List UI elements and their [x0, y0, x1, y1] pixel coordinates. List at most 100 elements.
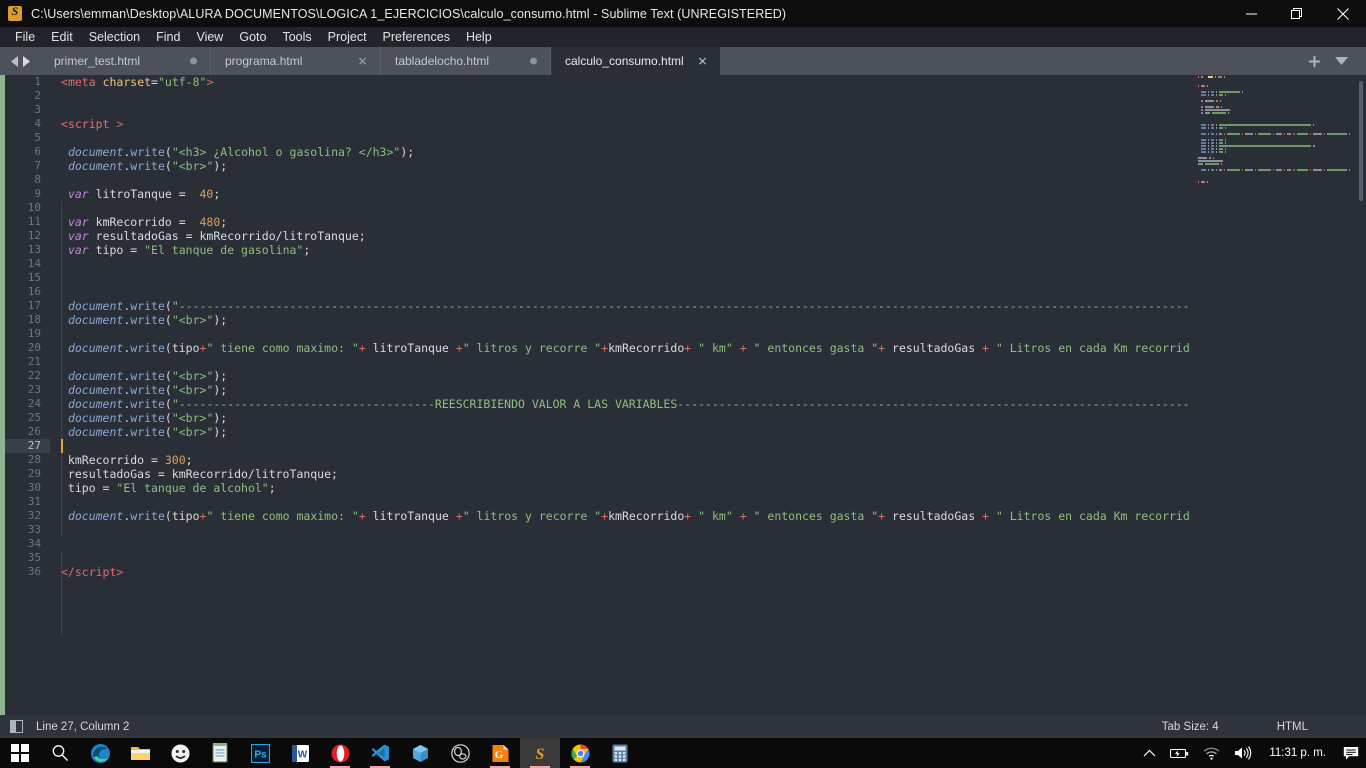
- code-line[interactable]: document.write("<br>");: [50, 369, 1366, 383]
- chevron-down-icon[interactable]: [1335, 56, 1348, 66]
- code-line[interactable]: [50, 201, 1366, 215]
- code-line[interactable]: [50, 537, 1366, 551]
- code-line[interactable]: document.write("------------------------…: [50, 299, 1366, 313]
- menu-item-project[interactable]: Project: [320, 29, 375, 45]
- code-line[interactable]: var tipo = "El tanque de gasolina";: [50, 243, 1366, 257]
- tab-modified-indicator-icon[interactable]: [530, 57, 537, 65]
- code-line[interactable]: [50, 523, 1366, 537]
- minimap-segment: [1201, 150, 1206, 153]
- emoji-app-button[interactable]: [160, 738, 200, 768]
- opera-button[interactable]: [320, 738, 360, 768]
- minimize-button[interactable]: [1228, 0, 1274, 27]
- tab-close-icon[interactable]: ✕: [697, 55, 707, 67]
- taskbar-clock[interactable]: 11:31 p. m.: [1259, 747, 1336, 759]
- code-content[interactable]: <meta charset="utf-8"> <script > document…: [50, 75, 1366, 715]
- menu-item-preferences[interactable]: Preferences: [375, 29, 458, 45]
- code-line[interactable]: [50, 257, 1366, 271]
- code-editor[interactable]: 1 2 3 4 5 6 7 8 9 10 11 12 13 14 15 16 17 18 19 20 21 22 23 24 2…: [0, 75, 1366, 715]
- line-number: 14: [27, 257, 41, 270]
- code-line[interactable]: <meta charset="utf-8">: [50, 75, 1366, 89]
- chevron-left-icon[interactable]: [10, 55, 19, 67]
- plus-icon[interactable]: [1308, 55, 1321, 68]
- code-line[interactable]: tipo = "El tanque de alcohol";: [50, 481, 1366, 495]
- code-line[interactable]: [50, 327, 1366, 341]
- menu-item-selection[interactable]: Selection: [81, 29, 148, 45]
- menu-item-help[interactable]: Help: [458, 29, 500, 45]
- menu-item-view[interactable]: View: [188, 29, 231, 45]
- tab-close-icon[interactable]: ✕: [357, 55, 367, 67]
- speaker-icon[interactable]: [1227, 738, 1259, 768]
- search-button[interactable]: [40, 738, 80, 768]
- line-number: 18: [27, 313, 41, 326]
- chevron-right-icon[interactable]: [22, 55, 31, 67]
- code-line[interactable]: [50, 355, 1366, 369]
- tab-tabladelocho[interactable]: tabladelocho.html: [380, 47, 550, 75]
- obs-button[interactable]: [440, 738, 480, 768]
- calculator-button[interactable]: [600, 738, 640, 768]
- status-bar-right: Tab Size: 4 HTML: [1162, 715, 1366, 738]
- code-line[interactable]: [50, 439, 1366, 453]
- close-button[interactable]: [1320, 0, 1366, 27]
- chevron-up-icon[interactable]: [1136, 738, 1163, 768]
- battery-icon[interactable]: [1163, 738, 1196, 768]
- gdevelop-button[interactable]: G: [480, 738, 520, 768]
- tab-calculo-consumo[interactable]: calculo_consumo.html ✕: [550, 47, 720, 75]
- code-line[interactable]: [50, 103, 1366, 117]
- sublime-text-button[interactable]: S: [520, 738, 560, 768]
- code-line[interactable]: </script>: [50, 565, 1366, 579]
- word-button[interactable]: W: [280, 738, 320, 768]
- code-token: document: [67, 159, 124, 173]
- code-line[interactable]: [50, 89, 1366, 103]
- code-line[interactable]: [50, 271, 1366, 285]
- file-explorer-button[interactable]: [120, 738, 160, 768]
- code-line[interactable]: [50, 551, 1366, 565]
- code-line[interactable]: [50, 285, 1366, 299]
- notification-icon[interactable]: [1336, 738, 1366, 768]
- code-line[interactable]: document.write("------------------------…: [50, 397, 1366, 411]
- sidebar-toggle-icon[interactable]: [10, 720, 23, 733]
- code-line[interactable]: resultadoGas = kmRecorrido/litroTanque;: [50, 467, 1366, 481]
- minimap-segment: [1219, 141, 1223, 144]
- start-button[interactable]: [0, 738, 40, 768]
- menu-item-find[interactable]: Find: [148, 29, 188, 45]
- code-line[interactable]: <script >: [50, 117, 1366, 131]
- code-line[interactable]: document.write("<br>");: [50, 313, 1366, 327]
- code-line[interactable]: var litroTanque = 40;: [50, 187, 1366, 201]
- syntax-label[interactable]: HTML: [1277, 721, 1308, 733]
- notepad-button[interactable]: [200, 738, 240, 768]
- menu-item-goto[interactable]: Goto: [231, 29, 274, 45]
- edge-button[interactable]: [80, 738, 120, 768]
- menu-item-edit[interactable]: Edit: [43, 29, 81, 45]
- tab-primer-test[interactable]: primer_test.html: [40, 47, 210, 75]
- menu-item-tools[interactable]: Tools: [274, 29, 319, 45]
- code-line[interactable]: document.write("<br>");: [50, 159, 1366, 173]
- code-line[interactable]: [50, 173, 1366, 187]
- code-line[interactable]: var resultadoGas = kmRecorrido/litroTanq…: [50, 229, 1366, 243]
- chrome-button[interactable]: [560, 738, 600, 768]
- code-line[interactable]: var kmRecorrido = 480;: [50, 215, 1366, 229]
- minimap-viewport-handle[interactable]: [1359, 81, 1363, 201]
- menu-item-file[interactable]: File: [7, 29, 43, 45]
- code-line[interactable]: kmRecorrido = 300;: [50, 453, 1366, 467]
- code-line[interactable]: [50, 495, 1366, 509]
- minimap-segment: [1242, 168, 1244, 171]
- minimap[interactable]: [1190, 75, 1366, 715]
- vscode-button[interactable]: [360, 738, 400, 768]
- maximize-button[interactable]: [1274, 0, 1320, 27]
- tab-size-label[interactable]: Tab Size: 4: [1162, 721, 1219, 733]
- wifi-icon[interactable]: [1196, 738, 1227, 768]
- code-line[interactable]: document.write("<br>");: [50, 383, 1366, 397]
- minimap-segment: [1211, 111, 1227, 114]
- tab-programa[interactable]: programa.html ✕: [210, 47, 380, 75]
- tab-modified-indicator-icon[interactable]: [190, 57, 197, 65]
- code-line[interactable]: document.write("<br>");: [50, 411, 1366, 425]
- package-app-button[interactable]: [400, 738, 440, 768]
- minimap-segment: [1216, 99, 1219, 102]
- code-line[interactable]: document.write("<h3> ¿Alcohol o gasolina…: [50, 145, 1366, 159]
- code-line[interactable]: document.write(tipo+" tiene como maximo:…: [50, 509, 1366, 523]
- photoshop-button[interactable]: Ps: [240, 738, 280, 768]
- code-line[interactable]: document.write("<br>");: [50, 425, 1366, 439]
- code-line[interactable]: [50, 131, 1366, 145]
- code-line[interactable]: document.write(tipo+" tiene como maximo:…: [50, 341, 1366, 355]
